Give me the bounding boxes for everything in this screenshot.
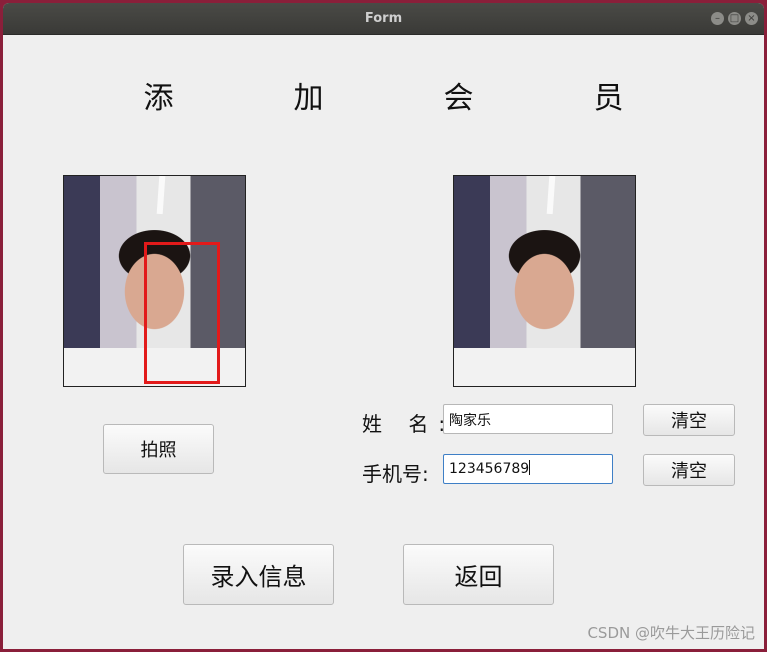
captured-photo-image: [453, 175, 636, 387]
clear-name-button[interactable]: 清空: [643, 404, 735, 436]
name-value: 陶家乐: [449, 413, 491, 429]
name-field[interactable]: 陶家乐: [443, 404, 613, 434]
take-photo-button[interactable]: 拍照: [103, 424, 214, 474]
phone-field[interactable]: 123456789: [443, 454, 613, 484]
ceiling-light: [546, 176, 556, 215]
clear-phone-button[interactable]: 清空: [643, 454, 735, 486]
window-controls: – □ ×: [711, 12, 758, 25]
title-char-1: 添: [143, 81, 234, 116]
phone-value: 123456789: [449, 461, 530, 477]
window-title: Form: [364, 11, 403, 26]
text-caret: [529, 460, 531, 475]
submit-info-button[interactable]: 录入信息: [183, 544, 334, 605]
phone-label: 手机号:: [362, 462, 429, 486]
page-title: 添加会员: [3, 73, 764, 117]
name-label: 姓 名:: [362, 412, 456, 436]
title-char-2: 加: [293, 81, 384, 116]
title-char-4: 员: [593, 81, 684, 116]
maximize-icon[interactable]: □: [728, 12, 741, 25]
watermark-text: CSDN @吹牛大王历险记: [587, 624, 755, 642]
title-bar[interactable]: Form – □ ×: [3, 3, 764, 35]
back-button[interactable]: 返回: [403, 544, 554, 605]
close-icon[interactable]: ×: [745, 12, 758, 25]
minimize-icon[interactable]: –: [711, 12, 724, 25]
form-window: Form – □ × 添 加 会 员 拍照 姓 名: 陶家乐 清空 手机号: 1234…: [3, 3, 764, 649]
camera-preview-image: [63, 175, 246, 387]
ceiling-light: [156, 176, 166, 215]
face-detection-box: [144, 242, 220, 384]
title-char-3: 会: [443, 81, 534, 116]
